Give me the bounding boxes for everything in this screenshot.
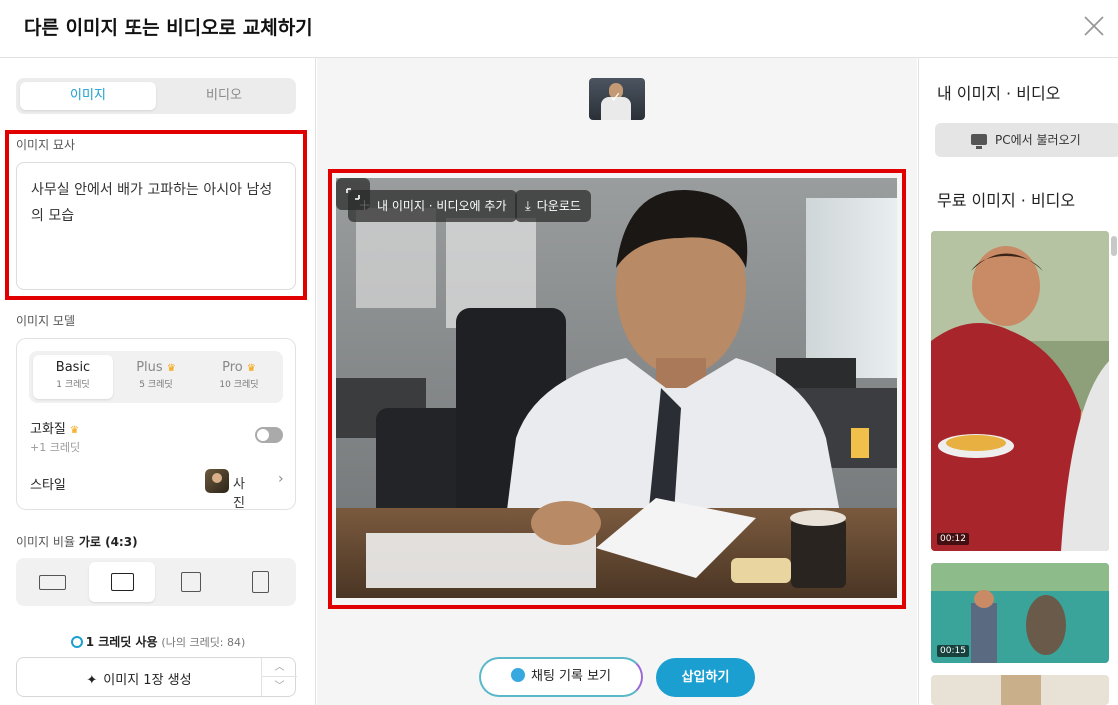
preview-area: ✓ ＋ 내 이미지 · 비디오에 추가 ⤓ 다운로드 채팅 기록 보기 삽입하기 <box>317 58 917 705</box>
modal-title: 다른 이미지 또는 비디오로 교체하기 <box>24 17 313 39</box>
video-thumbnail[interactable]: 00:12 <box>931 231 1109 551</box>
check-icon: ✓ <box>610 90 622 106</box>
credit-info: 1 크레딧 사용 (나의 크레딧: 84) <box>0 633 316 650</box>
add-to-my-media-button[interactable]: ＋ 내 이미지 · 비디오에 추가 <box>348 190 517 222</box>
prompt-label: 이미지 묘사 <box>16 138 76 152</box>
generated-image: ＋ 내 이미지 · 비디오에 추가 ⤓ 다운로드 <box>336 178 897 598</box>
style-thumbnail <box>205 469 229 493</box>
generated-photo <box>336 178 897 598</box>
model-selector: Basic 1 크레딧 Plus ♛ 5 크레딧 Pro ♛ 10 크레딧 <box>29 351 283 403</box>
video-preview <box>931 231 1109 551</box>
close-icon[interactable] <box>1082 14 1106 38</box>
tab-image[interactable]: 이미지 <box>20 82 156 110</box>
crown-icon: ♛ <box>70 425 79 436</box>
crown-icon: ♛ <box>166 363 176 374</box>
high-quality-credit: +1 크레딧 <box>30 441 81 454</box>
generate-label: 이미지 1장 생성 <box>103 673 192 688</box>
model-name: Plus <box>136 360 163 375</box>
pc-upload-button[interactable]: PC에서 불러오기 <box>935 123 1118 157</box>
replace-media-modal: 다른 이미지 또는 비디오로 교체하기 이미지 비디오 이미지 묘사 사무실 안… <box>0 0 1118 705</box>
model-credit: 5 크레딧 <box>139 380 173 390</box>
prompt-textarea[interactable]: 사무실 안에서 배가 고파하는 아시아 남성의 모습 <box>16 162 296 290</box>
ratio-option-wide[interactable] <box>20 562 86 602</box>
ratio-option-landscape[interactable] <box>89 562 155 602</box>
download-button[interactable]: ⤓ 다운로드 <box>515 190 591 222</box>
ratio-label: 이미지 비율 가로 (4:3) <box>16 533 138 550</box>
scrollbar[interactable] <box>1111 236 1117 256</box>
chevron-right-icon: › <box>278 471 284 487</box>
ratio-square-icon <box>181 572 201 592</box>
model-option-basic[interactable]: Basic 1 크레딧 <box>33 355 113 399</box>
ratio-wide-icon <box>39 575 66 590</box>
credit-use: 1 크레딧 사용 <box>85 635 158 649</box>
media-library-panel: 내 이미지 · 비디오 PC에서 불러오기 무료 이미지 · 비디오 00:12 <box>918 58 1118 705</box>
video-preview <box>931 675 1109 705</box>
ratio-value: 가로 (4:3) <box>78 535 138 549</box>
count-stepper: ︿ ﹀ <box>261 658 297 696</box>
model-name: Pro <box>222 360 243 375</box>
chevron-up-icon[interactable]: ︿ <box>262 658 297 677</box>
ratio-option-portrait[interactable] <box>227 562 293 602</box>
high-quality-label: 고화질 ♛ <box>30 418 79 437</box>
ratio-landscape-icon <box>111 573 134 591</box>
monitor-icon <box>971 134 987 149</box>
ratio-option-square[interactable] <box>158 562 224 602</box>
chevron-down-icon[interactable]: ﹀ <box>262 677 297 696</box>
crown-icon: ♛ <box>246 363 256 374</box>
style-value: 사진 <box>233 477 245 511</box>
video-thumbnail[interactable] <box>931 675 1109 705</box>
media-type-toggle: 이미지 비디오 <box>16 78 296 114</box>
model-label: 이미지 모델 <box>16 314 76 328</box>
selected-thumbnail[interactable]: ✓ <box>589 78 645 120</box>
download-icon: ⤓ <box>525 199 531 214</box>
ratio-selector <box>16 558 296 606</box>
modal-header: 다른 이미지 또는 비디오로 교체하기 <box>0 0 1118 58</box>
style-label: 스타일 <box>30 478 66 493</box>
pc-upload-label: PC에서 불러오기 <box>995 133 1081 147</box>
chat-history-button[interactable]: 채팅 기록 보기 <box>479 657 643 697</box>
chat-bubble-icon <box>510 668 525 682</box>
high-quality-text: 고화질 <box>30 422 66 437</box>
left-panel: 이미지 비디오 이미지 묘사 사무실 안에서 배가 고파하는 아시아 남성의 모… <box>0 58 316 705</box>
model-option-pro[interactable]: Pro ♛ 10 크레딧 <box>199 355 279 399</box>
video-thumbnail[interactable]: 00:15 <box>931 563 1109 663</box>
model-option-plus[interactable]: Plus ♛ 5 크레딧 <box>116 355 196 399</box>
credit-icon <box>70 636 83 648</box>
chat-history-label: 채팅 기록 보기 <box>530 669 612 684</box>
generate-button[interactable]: ✦ 이미지 1장 생성 ︿ ﹀ <box>16 657 297 697</box>
add-to-my-media-label: 내 이미지 · 비디오에 추가 <box>377 199 507 213</box>
download-label: 다운로드 <box>536 199 581 213</box>
video-duration: 00:15 <box>937 645 969 657</box>
insert-button[interactable]: 삽입하기 <box>656 658 755 697</box>
high-quality-toggle[interactable] <box>255 427 283 443</box>
model-name: Basic <box>55 360 91 375</box>
model-credit: 10 크레딧 <box>219 380 259 390</box>
my-media-title: 내 이미지 · 비디오 <box>937 84 1061 103</box>
ratio-portrait-icon <box>252 571 269 593</box>
free-media-title: 무료 이미지 · 비디오 <box>937 191 1076 210</box>
video-duration: 00:12 <box>937 533 969 545</box>
expand-icon[interactable] <box>336 178 370 210</box>
model-card: Basic 1 크레딧 Plus ♛ 5 크레딧 Pro ♛ 10 크레딧 고화… <box>16 338 296 511</box>
sparkle-icon: ✦ <box>86 673 98 688</box>
credit-balance: (나의 크레딧: 84) <box>161 636 246 649</box>
tab-video[interactable]: 비디오 <box>156 82 292 110</box>
ratio-label-text: 이미지 비율 <box>16 535 76 549</box>
model-credit: 1 크레딧 <box>56 380 90 390</box>
